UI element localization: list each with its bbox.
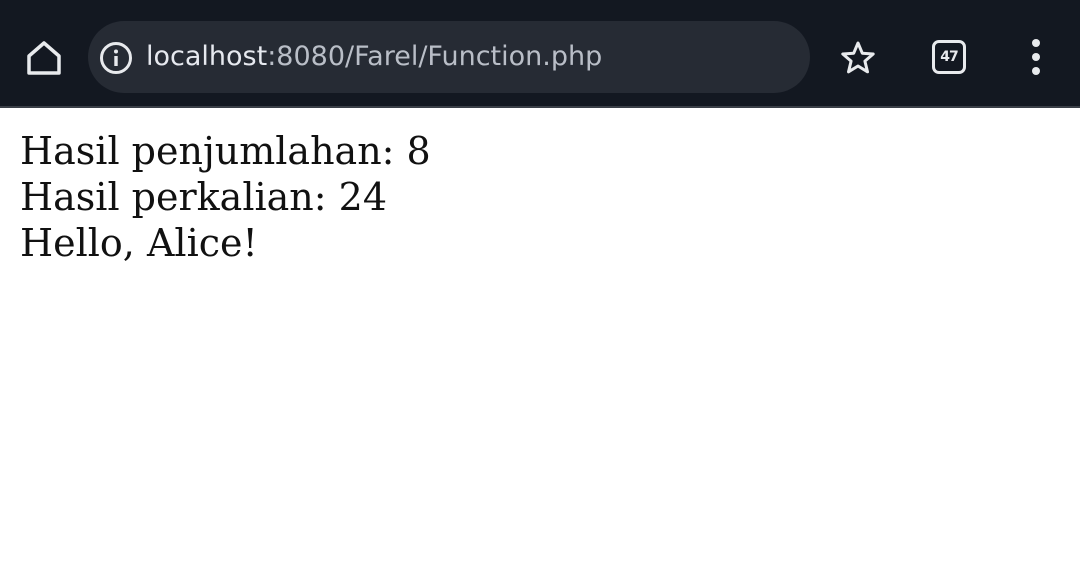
star-icon[interactable] [838, 38, 878, 78]
more-vert-icon[interactable] [1020, 36, 1052, 80]
browser-toolbar: localhost:8080/Farel/Function.php 47 [0, 0, 1080, 108]
url-text[interactable]: localhost:8080/Farel/Function.php [146, 39, 602, 75]
product-result-text: Hasil perkalian: 24 [20, 175, 388, 219]
greeting-text: Hello, Alice! [20, 221, 258, 265]
url-path: :8080/Farel/Function.php [267, 41, 603, 72]
page-content: Hasil penjumlahan: 8 Hasil perkalian: 24… [20, 128, 431, 266]
sum-result-text: Hasil penjumlahan: 8 [20, 129, 431, 173]
tab-switcher-button[interactable]: 47 [932, 40, 966, 74]
address-bar[interactable]: localhost:8080/Farel/Function.php [88, 21, 810, 93]
home-icon[interactable] [22, 36, 66, 80]
url-host: localhost [146, 41, 268, 72]
info-icon[interactable] [99, 41, 133, 75]
